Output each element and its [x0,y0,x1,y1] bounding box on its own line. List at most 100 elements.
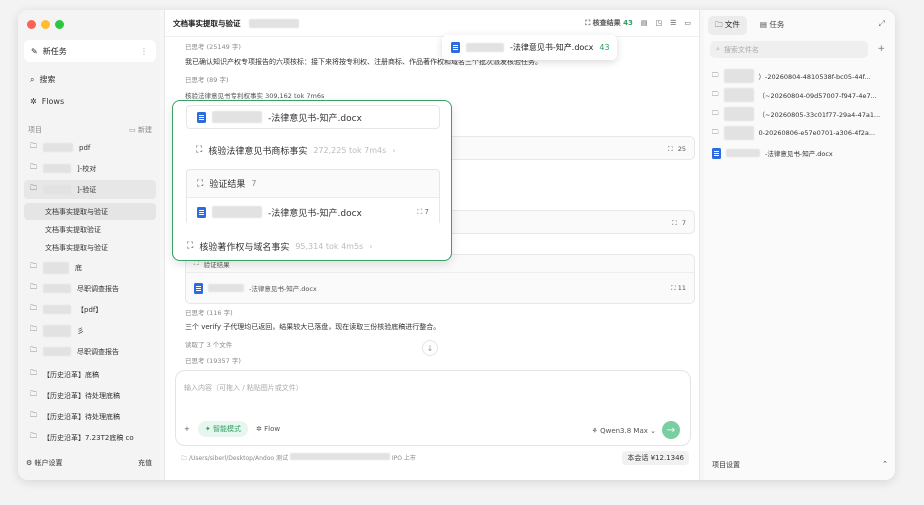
more-icon[interactable]: ⋮ [140,47,148,56]
verify-results-button[interactable]: ⛶ 核查结果 43 [585,18,633,28]
file-item[interactable]: 🗀 0-20260806-e57e0701-a306-4f2a... [712,124,892,142]
add-file-button[interactable]: + [877,44,885,54]
list-icon[interactable]: ☰ [670,19,676,27]
folder-icon: 🗀 [30,184,37,192]
document-icon[interactable]: ▤ [641,19,648,27]
sidebar-search[interactable]: ⌕ 搜索 [30,74,55,85]
sidebar-subitem[interactable]: 文档事实提取验证 [24,221,156,238]
project-item[interactable]: 🗀 【历史沿革】待处理底稿 [24,386,156,405]
folder-icon: 🗀 [30,304,37,312]
project-label: 底 [75,263,82,272]
read-files-row[interactable]: 读取了 3 个文件 [185,339,232,349]
project-item[interactable]: 🗀 尽职调查报告 [24,342,156,361]
folder-icon: 🗀 [30,325,37,333]
task-label: 核验著作权与域名事实 [199,242,290,253]
file-name: ）-20260804-4810538f-bc05-44f... [758,73,871,81]
thought-label[interactable]: 已思考 (89 字) [185,74,228,84]
account-settings[interactable]: ⚙ 帐户设置 [26,458,63,468]
sidebar-flows[interactable]: ✲ Flows [30,97,64,106]
add-icon[interactable]: + [184,425,190,433]
smart-mode-label: 智能模式 [212,425,241,433]
project-item[interactable]: 🗀 【pdf】 [24,300,156,319]
result-card[interactable]: ⛶ 验证结果 -法律意见书-知产.docx ⛶ 11 [185,254,695,304]
word-doc-icon [451,42,460,53]
project-label: 【历史沿革】7.23T2底稿 co [43,433,134,442]
result-count: 7 [424,207,429,216]
new-task-label: 新任务 [42,46,67,56]
input-placeholder[interactable]: 输入内容（可拖入 / 粘贴图片或文件） [184,383,303,393]
panel-icon[interactable]: ▭ [684,19,691,27]
scroll-down-button[interactable]: ↓ [422,340,438,356]
message-text: 三个 verify 子代理均已返回，结果较大已落盘，现在读取三份核验底稿进行整合… [185,323,441,331]
tab-tasks[interactable]: ▤ 任务 [753,16,791,35]
chevron-right-icon: › [369,241,373,251]
new-task-button[interactable]: ✎ 新任务 ⋮ [24,40,156,62]
project-item[interactable]: 🗀 尽职调查报告 [24,279,156,298]
search-label: 搜索 [39,75,56,84]
preview-icon[interactable]: ◳ [655,19,662,27]
subtask-row[interactable]: 核验法律意见书专利权事实 309,162 tok 7m6s [185,90,324,100]
new-project-button[interactable]: ▭ 新建 [129,125,152,135]
thought-label[interactable]: 已思考 (116 字) [185,307,233,317]
model-label: Qwen3.8 Max [600,427,648,435]
new-project-label: 新建 [138,126,152,134]
minimize-button[interactable] [41,20,50,29]
project-item[interactable]: 🗀 【历史沿革】底稿 [24,365,156,384]
file-item[interactable]: 🗀 ）-20260804-4810538f-bc05-44f... [712,67,892,85]
arrow-right-icon: → [666,424,676,436]
model-icon: ⚘ [591,427,598,435]
flow-toggle[interactable]: ✲ Flow [256,425,280,433]
file-item[interactable]: 🗀 （~20260804-09d57007-f947-4e7... [712,86,892,104]
file-item[interactable]: 🗀 （~20260805-33c01f77-29a4-47a1... [712,105,892,123]
project-label: 【历史沿革】底稿 [43,370,99,379]
thought-label[interactable]: 已思考 (19357 字) [185,355,241,365]
project-item[interactable]: 🗀 ]-验证 [24,180,156,199]
verify-card[interactable]: ⛶ 验证结果 7 -法律意见书-知产.docx ⛶ 7 [186,169,440,226]
page-title: 文档事实提取与验证 [173,18,241,28]
tab-files[interactable]: 🗀 文件 [708,16,747,35]
project-item[interactable]: 🗀 【历史沿革】待处理底稿 [24,407,156,426]
folder-icon: 🗀 [30,262,37,270]
session-cost: 本会话 ¥12.1346 [622,451,689,465]
sidebar-subitem[interactable]: 文档事实提取与验证 [24,239,156,256]
file-search-input[interactable]: ⌕ 搜索文件名 [710,41,868,58]
sidebar-subitem[interactable]: 文档事实提取与验证 [24,203,156,220]
project-item[interactable]: 🗀 pdf [24,138,156,157]
projects-label: 项目 [28,126,42,134]
chat-input[interactable]: 输入内容（可拖入 / 粘贴图片或文件） + ✦ 智能模式 ✲ Flow ⚘ Qw… [175,370,691,446]
task-label: 核验法律意见书商标事实 [208,146,308,157]
folder-icon: 🗀 [30,163,37,171]
flows-icon: ✲ [30,97,37,106]
project-item[interactable]: 🗀 彡 [24,321,156,340]
thought-label[interactable]: 已思考 (25149 字) [185,41,241,51]
model-selector[interactable]: ⚘ Qwen3.8 Max ⌄ [592,427,656,435]
file-row[interactable]: -法律意见书-知产.docx [186,105,440,129]
folder-icon: 🗀 [715,20,723,29]
project-item[interactable]: 🗀]-校对 [24,159,156,178]
smart-mode-toggle[interactable]: ✦ 智能模式 [197,421,248,437]
send-button[interactable]: → [662,421,680,439]
close-button[interactable] [27,20,36,29]
file-item[interactable]: -法律意见书-知产.docx [712,144,892,162]
chat-header: 文档事实提取与验证 ⛶ 核查结果 43 ▤ ◳ ☰ ▭ [165,10,701,37]
folder-icon: 🗀 [712,127,719,136]
project-item[interactable]: 🗀 底 [24,258,156,277]
word-doc-icon [712,147,721,159]
file-name: （~20260805-33c01f77-29a4-47a1... [758,111,881,119]
verify-icon: ⛶ [196,145,203,155]
file-tooltip[interactable]: -法律意见书-知产.docx 43 [442,35,617,60]
subtask-row[interactable]: ⛶ 核验法律意见书商标事实 272,225 tok 7m4s › [186,139,440,161]
maximize-button[interactable] [55,20,64,29]
sidebar: ✎ 新任务 ⋮ ⌕ 搜索 ✲ Flows 项目 ▭ 新建 🗀 pdf 🗀]-校对 … [18,10,160,480]
gear-icon: ⚙ [26,459,33,467]
verify-icon: ⛶ [417,207,423,216]
project-label: ]-验证 [77,185,97,194]
expand-icon[interactable]: ⤢ [879,19,885,29]
path-text: /Users/siberl/Desktop/Andoo 测试 [188,455,288,462]
project-settings[interactable]: 项目设置 ⌃ [712,460,888,470]
subtask-row[interactable]: ⛶ 核验著作权与域名事实 95,314 tok 4m5s › [177,235,447,257]
tab-label: 文件 [724,20,740,29]
project-item[interactable]: 🗀 【历史沿革】7.23T2底稿 co [24,428,156,447]
project-label: 彡 [77,326,84,335]
recharge-button[interactable]: 充值 [138,458,152,468]
